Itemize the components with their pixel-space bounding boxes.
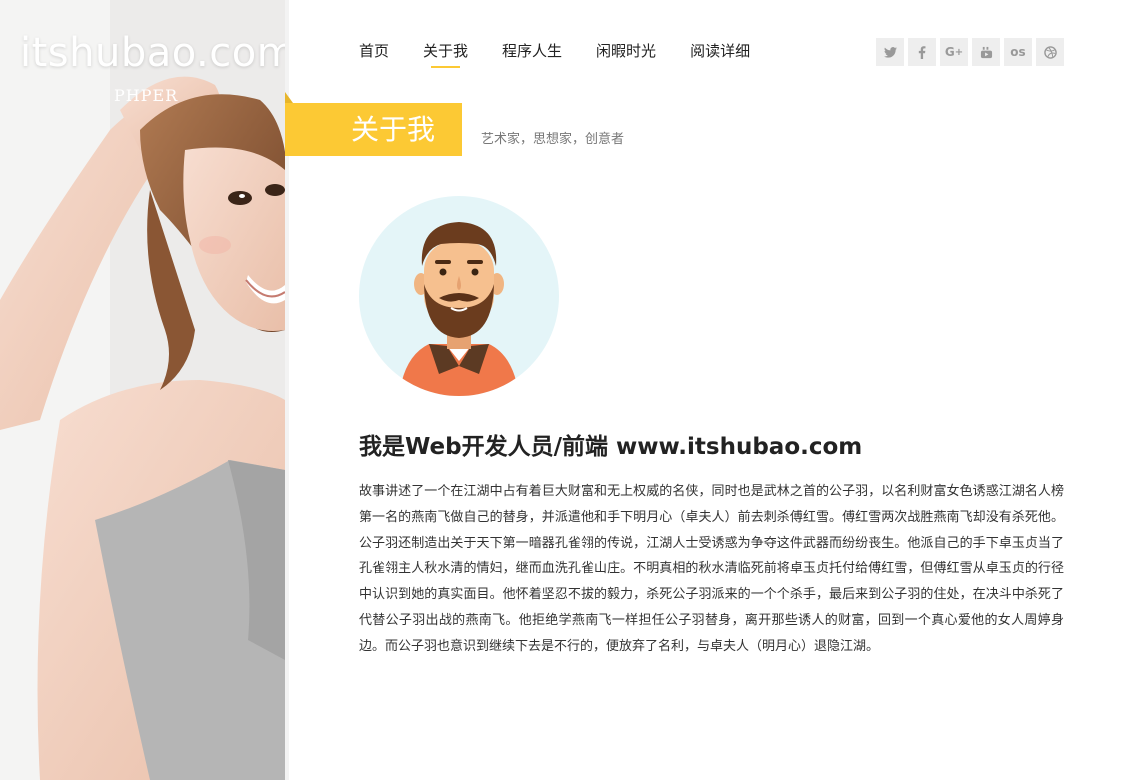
nav-item-programming-life[interactable]: 程序人生 [502,42,562,60]
site-subtitle: PHPER [114,86,179,105]
hero-photo-panel: itshubao.com PHPER [0,0,285,780]
youtube-icon[interactable] [972,38,1000,66]
dribbble-icon[interactable] [1036,38,1064,66]
avatar [359,196,559,396]
nav-item-leisure-time[interactable]: 闲暇时光 [596,42,656,60]
lastfm-icon[interactable]: os [1004,38,1032,66]
section-tagline: 艺术家，思想家，创意者 [481,132,625,147]
google-plus-icon[interactable]: G + [940,38,968,66]
intro-heading: 我是Web开发人员/前端 www.itshubao.com [359,434,863,460]
facebook-icon[interactable] [908,38,936,66]
nav-item-read-details[interactable]: 阅读详细 [690,42,750,60]
portrait-photo [0,0,285,780]
main-nav: 首页 关于我 程序人生 闲暇时光 阅读详细 [359,42,784,68]
site-logo[interactable]: itshubao.com [20,30,285,76]
section-title: 关于我 [351,113,436,146]
banner-fold [285,92,293,103]
twitter-icon[interactable] [876,38,904,66]
social-links: G + os [876,38,1068,66]
intro-paragraph: 故事讲述了一个在江湖中占有着巨大财富和无上权威的名侠，同时也是武林之首的公子羽，… [359,484,1064,654]
nav-item-home[interactable]: 首页 [359,42,389,60]
nav-item-about[interactable]: 关于我 [423,42,468,68]
